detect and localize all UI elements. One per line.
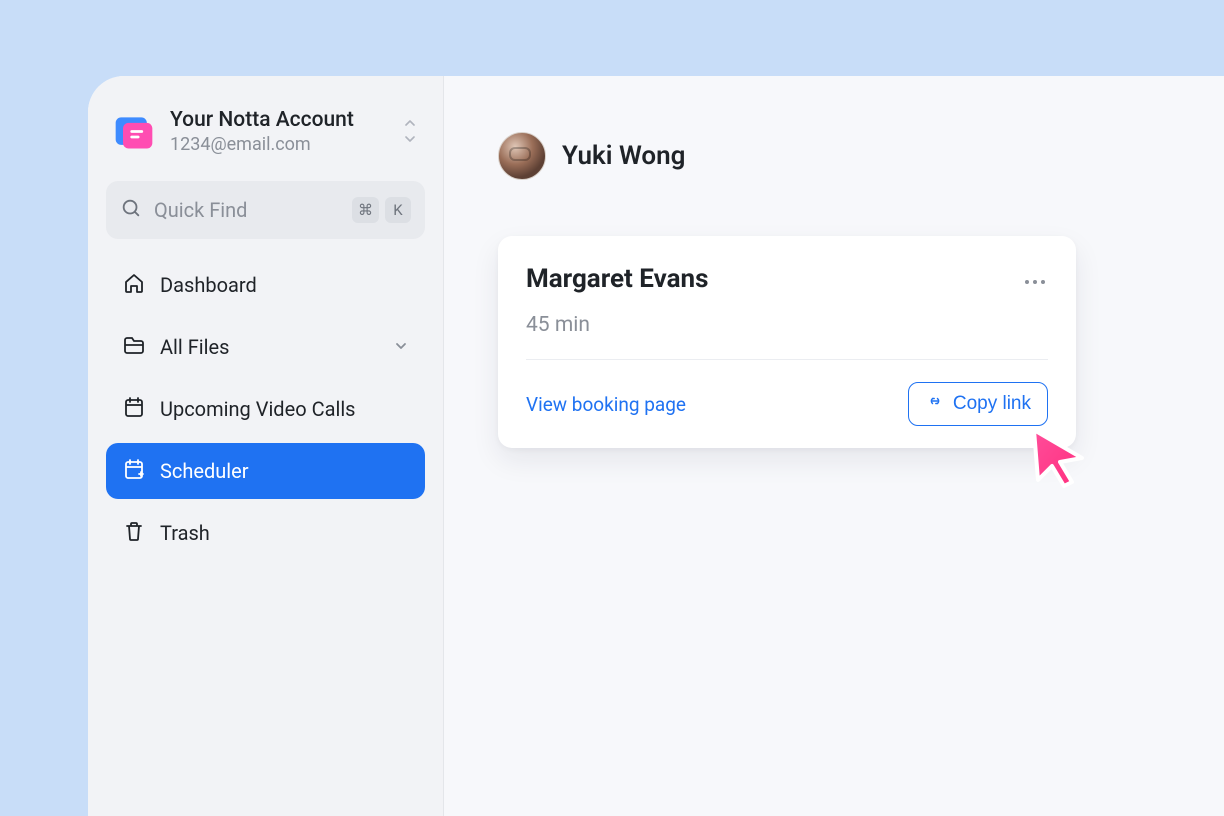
nav-label: Trash: [160, 521, 210, 545]
card-duration: 45 min: [526, 313, 1048, 337]
shortcut-cmd-key: ⌘: [352, 197, 379, 223]
nav-item-dashboard[interactable]: Dashboard: [106, 257, 425, 313]
home-icon: [122, 271, 146, 300]
calendar-icon: [122, 395, 146, 424]
nav-label: All Files: [160, 335, 229, 359]
app-logo-icon: [112, 110, 156, 154]
owner-name: Yuki Wong: [562, 141, 685, 171]
account-chevron-group: [405, 118, 419, 146]
chevron-down-icon: [405, 135, 415, 146]
nav-item-upcoming-calls[interactable]: Upcoming Video Calls: [106, 381, 425, 437]
more-menu-button[interactable]: [1022, 262, 1048, 295]
search-input[interactable]: Quick Find ⌘ K: [106, 181, 425, 239]
nav-item-all-files[interactable]: All Files: [106, 319, 425, 375]
main-content: Yuki Wong Margaret Evans 45 min View boo…: [444, 76, 1224, 816]
copy-link-button[interactable]: Copy link: [908, 382, 1048, 426]
search-placeholder: Quick Find: [154, 198, 340, 222]
nav-item-trash[interactable]: Trash: [106, 505, 425, 561]
avatar: [498, 132, 546, 180]
copy-link-label: Copy link: [953, 393, 1031, 415]
scheduler-card: Margaret Evans 45 min View booking page …: [498, 236, 1076, 448]
view-booking-link[interactable]: View booking page: [526, 393, 686, 416]
cursor-pointer-icon: [1024, 424, 1094, 494]
calendar-add-icon: [122, 457, 146, 486]
account-switcher[interactable]: Your Notta Account 1234@email.com: [106, 102, 425, 171]
divider: [526, 359, 1048, 360]
chevron-up-icon: [405, 118, 415, 129]
search-shortcut: ⌘ K: [352, 197, 411, 223]
account-email: 1234@email.com: [170, 134, 391, 155]
owner-row: Yuki Wong: [498, 132, 1170, 180]
shortcut-letter-key: K: [385, 197, 411, 223]
sidebar-nav: Dashboard All Files Upcoming Video Calls: [106, 257, 425, 561]
card-title: Margaret Evans: [526, 264, 708, 294]
search-icon: [120, 197, 142, 223]
account-info: Your Notta Account 1234@email.com: [170, 108, 391, 155]
nav-label: Scheduler: [160, 459, 249, 483]
dots-horizontal-icon: [1024, 266, 1046, 291]
folder-icon: [122, 333, 146, 362]
trash-icon: [122, 519, 146, 548]
nav-item-scheduler[interactable]: Scheduler: [106, 443, 425, 499]
account-title: Your Notta Account: [170, 108, 391, 132]
chevron-down-icon: [393, 335, 409, 359]
sidebar: Your Notta Account 1234@email.com Quick …: [88, 76, 444, 816]
app-window: Your Notta Account 1234@email.com Quick …: [88, 76, 1224, 816]
nav-label: Upcoming Video Calls: [160, 397, 356, 421]
nav-label: Dashboard: [160, 273, 257, 297]
link-icon: [925, 391, 945, 417]
